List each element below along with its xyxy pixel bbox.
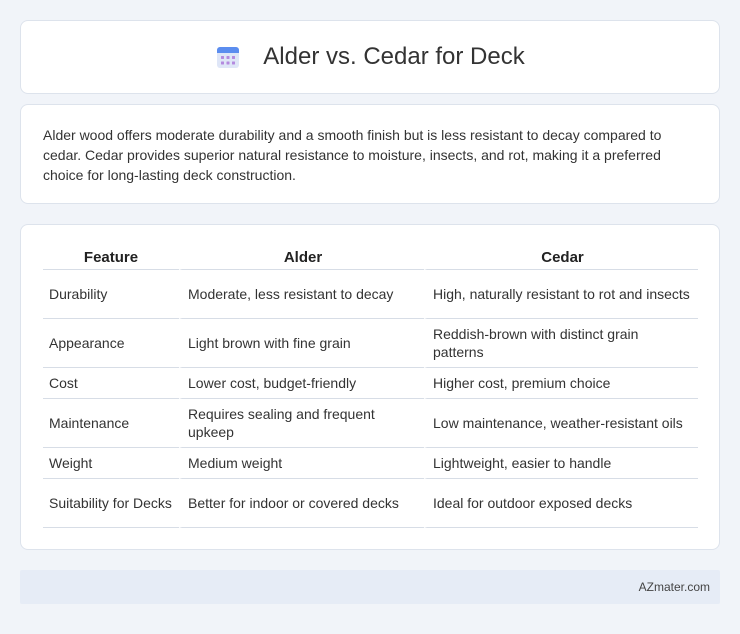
comparison-table: Feature Alder Cedar Durability Moderate,… xyxy=(43,245,698,528)
title-card: Alder vs. Cedar for Deck xyxy=(20,20,720,94)
table-cell-feature: Cost xyxy=(43,368,179,399)
page-title-text: Alder vs. Cedar for Deck xyxy=(263,43,525,70)
table-row: Appearance Light brown with fine grain R… xyxy=(43,319,698,368)
table-cell-cedar: High, naturally resistant to rot and ins… xyxy=(424,270,698,319)
table-cell-feature: Suitability for Decks xyxy=(43,479,179,528)
column-header-feature: Feature xyxy=(43,245,179,270)
table-row: Weight Medium weight Lightweight, easier… xyxy=(43,448,698,479)
table-row: Cost Lower cost, budget-friendly Higher … xyxy=(43,368,698,399)
comparison-card: Feature Alder Cedar Durability Moderate,… xyxy=(20,224,720,550)
table-cell-alder: Light brown with fine grain xyxy=(179,319,424,368)
intro-text: Alder wood offers moderate durability an… xyxy=(43,127,662,183)
column-header-alder: Alder xyxy=(179,245,424,270)
table-row: Durability Moderate, less resistant to d… xyxy=(43,270,698,319)
table-cell-cedar: Higher cost, premium choice xyxy=(424,368,698,399)
calendar-icon xyxy=(215,44,241,70)
column-header-cedar: Cedar xyxy=(424,245,698,270)
footer: AZmater.com xyxy=(20,570,720,604)
table-cell-feature: Maintenance xyxy=(43,399,179,448)
table-cell-alder: Moderate, less resistant to decay xyxy=(179,270,424,319)
table-cell-cedar: Lightweight, easier to handle xyxy=(424,448,698,479)
table-row: Suitability for Decks Better for indoor … xyxy=(43,479,698,528)
table-cell-cedar: Low maintenance, weather-resistant oils xyxy=(424,399,698,448)
footer-brand: AZmater.com xyxy=(638,580,710,594)
table-cell-alder: Lower cost, budget-friendly xyxy=(179,368,424,399)
table-row: Maintenance Requires sealing and frequen… xyxy=(43,399,698,448)
table-cell-cedar: Reddish-brown with distinct grain patter… xyxy=(424,319,698,368)
table-header-row: Feature Alder Cedar xyxy=(43,245,698,270)
table-cell-alder: Better for indoor or covered decks xyxy=(179,479,424,528)
page-title: Alder vs. Cedar for Deck xyxy=(215,43,525,71)
table-cell-alder: Medium weight xyxy=(179,448,424,479)
table-cell-alder: Requires sealing and frequent upkeep xyxy=(179,399,424,448)
intro-card: Alder wood offers moderate durability an… xyxy=(20,104,720,204)
table-cell-feature: Durability xyxy=(43,270,179,319)
table-cell-feature: Appearance xyxy=(43,319,179,368)
table-cell-feature: Weight xyxy=(43,448,179,479)
table-cell-cedar: Ideal for outdoor exposed decks xyxy=(424,479,698,528)
